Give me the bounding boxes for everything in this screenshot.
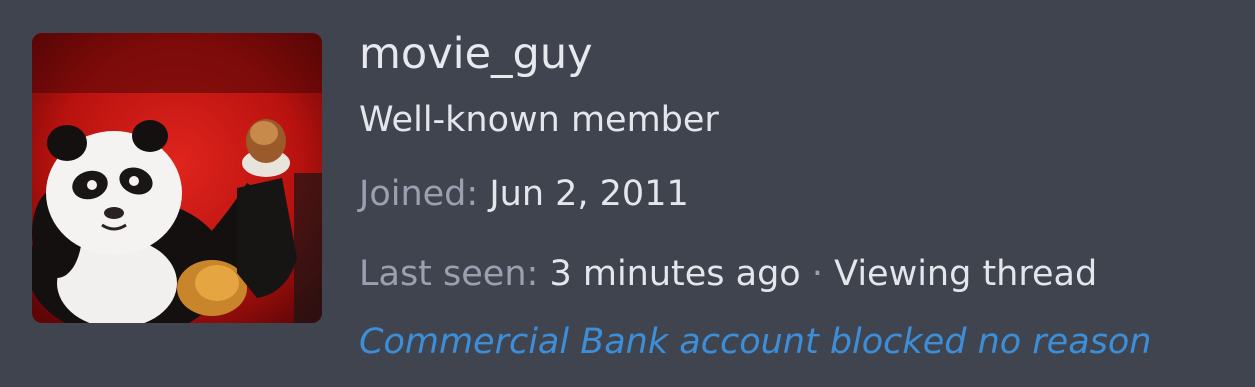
separator: ·	[811, 254, 824, 294]
joined-label: Joined:	[359, 174, 479, 214]
current-activity-link[interactable]: Viewing thread	[834, 254, 1097, 294]
user-title: Well-known member	[359, 100, 719, 140]
last-seen-label: Last seen:	[359, 254, 539, 294]
member-tooltip-card: movie_guy Well-known member Joined: Jun …	[0, 0, 1255, 387]
user-avatar[interactable]	[32, 33, 322, 323]
joined-row: Joined: Jun 2, 2011	[359, 171, 689, 217]
last-seen-row: Last seen: 3 minutes ago · Viewing threa…	[359, 251, 1097, 297]
username-link[interactable]: movie_guy	[359, 26, 593, 82]
last-seen-time: 3 minutes ago	[549, 254, 801, 294]
signature-link[interactable]: Commercial Bank account blocked no reaso…	[359, 319, 1152, 365]
joined-date: Jun 2, 2011	[489, 174, 689, 214]
panda-avatar-icon	[32, 33, 322, 323]
